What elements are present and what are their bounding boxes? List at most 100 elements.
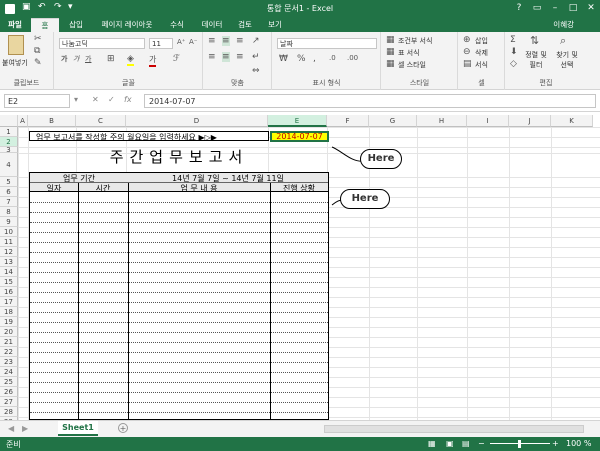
column-header-H[interactable]: H [417, 115, 467, 127]
cell-styles-button[interactable]: 셀 스타일 [398, 60, 426, 70]
column-header-I[interactable]: I [467, 115, 509, 127]
row-header-15[interactable]: 15 [0, 277, 18, 287]
decrease-decimal-icon[interactable]: .00 [347, 54, 358, 62]
align-middle-icon[interactable]: ≡ [222, 36, 230, 46]
page-layout-view-icon[interactable]: ▣ [446, 439, 454, 448]
tab-data[interactable]: 데이터 [196, 18, 228, 32]
row-header-20[interactable]: 20 [0, 327, 18, 337]
close-icon[interactable]: ✕ [582, 1, 600, 16]
formula-input[interactable]: 2014-07-07 [144, 94, 596, 108]
row-header-25[interactable]: 25 [0, 377, 18, 387]
row-header-7[interactable]: 7 [0, 197, 18, 207]
insert-cells-button[interactable]: 삽입 [475, 36, 488, 46]
comma-icon[interactable]: , [313, 54, 316, 64]
column-header-J[interactable]: J [509, 115, 551, 127]
tab-home[interactable]: 홈 [31, 18, 59, 32]
row-header-14[interactable]: 14 [0, 267, 18, 277]
prev-sheet-icon[interactable]: ◀ [8, 424, 14, 433]
table-format-icon[interactable]: ▦ [386, 47, 395, 57]
column-header-A[interactable]: A [18, 115, 28, 127]
tab-insert[interactable]: 삽입 [62, 18, 90, 32]
underline-button[interactable]: 가 [85, 54, 91, 64]
zoom-level[interactable]: 100 % [566, 439, 591, 448]
minimize-icon[interactable]: – [546, 1, 564, 16]
row-header-8[interactable]: 8 [0, 207, 18, 217]
align-top-icon[interactable]: ≡ [208, 36, 216, 46]
horizontal-scrollbar[interactable] [324, 425, 584, 433]
column-header-C[interactable]: C [76, 115, 126, 127]
align-left-icon[interactable]: ≡ [208, 52, 216, 62]
name-box[interactable]: E2 [4, 94, 70, 108]
row-header-9[interactable]: 9 [0, 217, 18, 227]
normal-view-icon[interactable]: ▦ [428, 439, 436, 448]
increase-decimal-icon[interactable]: .0 [329, 54, 336, 62]
insert-function-icon[interactable]: fx [124, 95, 132, 104]
date-input-cell[interactable]: 2014-07-07 [270, 131, 329, 142]
tab-formulas[interactable]: 수식 [164, 18, 190, 32]
row-header-12[interactable]: 12 [0, 247, 18, 257]
row-header-16[interactable]: 16 [0, 287, 18, 297]
format-painter-icon[interactable]: ✎ [34, 58, 42, 68]
number-format-combo[interactable]: 날짜 [277, 38, 377, 49]
zoom-in-icon[interactable]: + [552, 439, 559, 448]
row-header-27[interactable]: 27 [0, 397, 18, 407]
font-size-combo[interactable]: 11 [149, 38, 173, 49]
row-header-21[interactable]: 21 [0, 337, 18, 347]
next-sheet-icon[interactable]: ▶ [22, 424, 28, 433]
sort-filter-icon[interactable]: ⇅ [530, 34, 539, 47]
row-header-6[interactable]: 6 [0, 187, 18, 197]
row-header-22[interactable]: 22 [0, 347, 18, 357]
currency-icon[interactable]: ₩ [279, 54, 288, 64]
user-name[interactable]: 이혜강 [553, 19, 574, 30]
align-right-icon[interactable]: ≡ [236, 52, 244, 62]
tab-file[interactable]: 파일 [0, 18, 30, 32]
clear-icon[interactable]: ◇ [510, 59, 517, 69]
copy-icon[interactable]: ⧉ [34, 46, 40, 56]
italic-button[interactable]: 가 [73, 54, 79, 64]
row-header-4[interactable]: 4 [0, 153, 18, 177]
row-header-17[interactable]: 17 [0, 297, 18, 307]
ribbon-display-icon[interactable]: ▭ [528, 1, 546, 16]
align-bottom-icon[interactable]: ≡ [236, 36, 244, 46]
border-icon[interactable]: ⊞ [107, 54, 115, 64]
row-header-1[interactable]: 1 [0, 127, 18, 137]
tab-page-layout[interactable]: 페이지 레이아웃 [92, 18, 162, 32]
column-header-E[interactable]: E [268, 115, 327, 127]
autosum-icon[interactable]: Σ [510, 35, 516, 45]
column-header-B[interactable]: B [28, 115, 76, 127]
row-header-18[interactable]: 18 [0, 307, 18, 317]
row-header-11[interactable]: 11 [0, 237, 18, 247]
row-header-23[interactable]: 23 [0, 357, 18, 367]
align-center-icon[interactable]: ≡ [222, 52, 230, 62]
insert-cells-icon[interactable]: ⊕ [463, 35, 471, 45]
table-format-button[interactable]: 표 서식 [398, 48, 420, 58]
font-color-icon[interactable]: 가 [149, 54, 157, 67]
confirm-entry-icon[interactable]: ✓ [108, 95, 115, 104]
row-header-19[interactable]: 19 [0, 317, 18, 327]
worksheet-grid[interactable]: ABCDEFGHIJK 1 2 3 4 5 6 7 8 9 10 11 12 13 14 15 16 17 18 1… [0, 115, 600, 420]
grow-font-icon[interactable]: A⁺ [177, 38, 185, 46]
conditional-format-button[interactable]: 조건부 서식 [398, 36, 432, 46]
maximize-icon[interactable]: □ [564, 1, 582, 16]
fill-color-icon[interactable]: ◈ [127, 54, 134, 66]
sort-filter-button[interactable]: 정렬 및 필터 [524, 50, 548, 70]
percent-icon[interactable]: % [297, 54, 306, 64]
cut-icon[interactable]: ✂ [34, 34, 42, 44]
page-break-view-icon[interactable]: ▤ [462, 439, 470, 448]
orientation-icon[interactable]: ↗ [252, 36, 260, 46]
zoom-out-icon[interactable]: − [478, 439, 485, 448]
column-header-D[interactable]: D [126, 115, 268, 127]
find-select-icon[interactable]: ⌕ [560, 34, 566, 48]
row-header-10[interactable]: 10 [0, 227, 18, 237]
bold-button[interactable]: 가 [61, 54, 67, 64]
paste-icon[interactable] [8, 35, 24, 55]
find-select-button[interactable]: 찾기 및 선택 [552, 50, 582, 70]
phonetic-icon[interactable]: ℱ [173, 54, 180, 64]
new-sheet-icon[interactable]: + [118, 423, 128, 433]
paste-button[interactable]: 붙여넣기 [2, 58, 28, 68]
delete-cells-icon[interactable]: ⊖ [463, 47, 471, 57]
cell-styles-icon[interactable]: ▦ [386, 59, 395, 69]
row-header-24[interactable]: 24 [0, 367, 18, 377]
row-header-26[interactable]: 26 [0, 387, 18, 397]
zoom-slider-thumb[interactable] [518, 440, 521, 448]
